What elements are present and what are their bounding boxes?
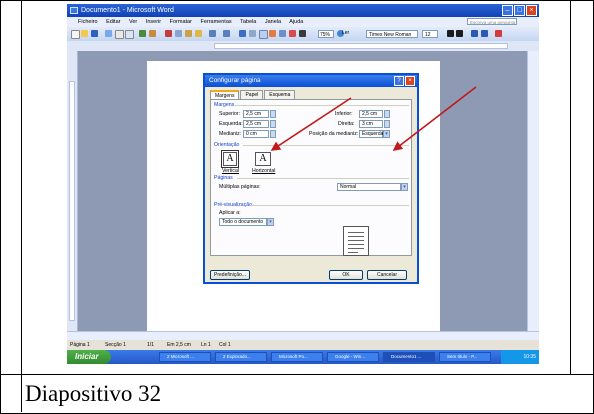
arrow-to-right-margin — [392, 86, 477, 151]
slide-caption: Diapositivo 32 — [25, 381, 162, 406]
annotation-arrows — [270, 86, 477, 151]
arrow-to-left-margin — [270, 97, 352, 151]
